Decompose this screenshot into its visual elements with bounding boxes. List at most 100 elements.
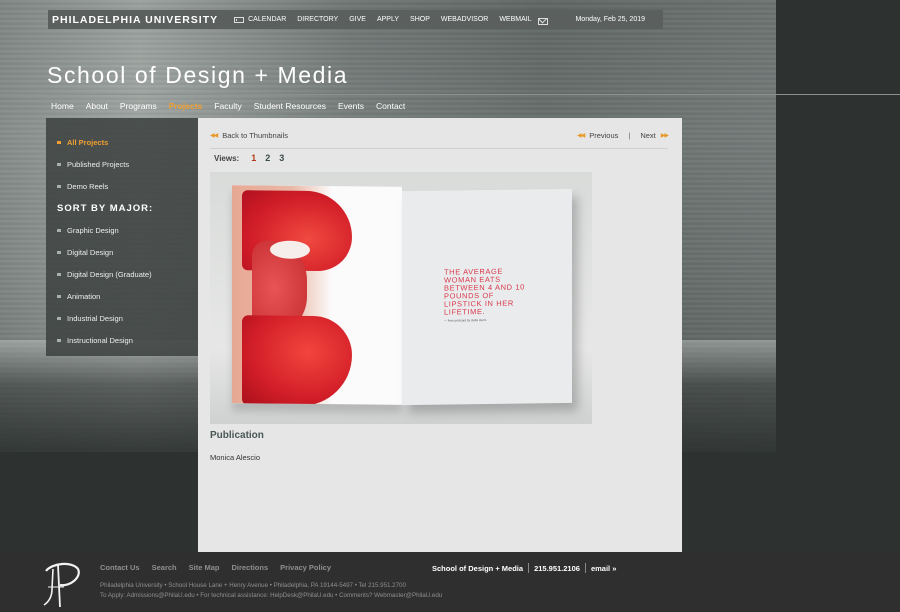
nav-programs[interactable]: Programs bbox=[120, 101, 157, 111]
card-left-page bbox=[232, 185, 402, 405]
next-link[interactable]: Next ▶▶ bbox=[640, 131, 669, 140]
footer-directions[interactable]: Directions bbox=[231, 563, 268, 572]
header-divider bbox=[0, 94, 900, 95]
sidebar-item-label: Digital Design (Graduate) bbox=[67, 269, 152, 279]
back-label: Back to Thumbnails bbox=[222, 131, 288, 140]
double-left-arrow-icon: ◀◀ bbox=[576, 133, 585, 139]
sidebar-list: All Projects Published Projects Demo Ree… bbox=[46, 118, 198, 197]
nav-student-resources[interactable]: Student Resources bbox=[254, 101, 326, 111]
sidebar-item-label: Demo Reels bbox=[67, 181, 109, 191]
sidebar-item-instructional-design[interactable]: Instructional Design bbox=[46, 329, 198, 351]
sidebar-item-label: Instructional Design bbox=[67, 335, 133, 345]
card-right-page: THE AVERAGE WOMAN EATS BETWEEN 4 AND 10 … bbox=[402, 188, 572, 406]
footer-school-contact: School of Design + Media 215.951.2106 em… bbox=[432, 563, 616, 573]
sort-by-major-heading: SORT BY MAJOR: bbox=[57, 202, 154, 214]
utility-link-directory[interactable]: DIRECTORY bbox=[297, 16, 338, 23]
utility-link-label: GIVE bbox=[349, 16, 366, 23]
university-logo-icon[interactable] bbox=[40, 559, 82, 609]
current-date: Monday, Feb 25, 2019 bbox=[575, 16, 645, 23]
utility-link-calendar[interactable]: CALENDAR bbox=[234, 16, 286, 23]
bullet-icon bbox=[57, 294, 61, 298]
project-toolbar: ◀◀ Back to Thumbnails ◀◀ Previous | Next… bbox=[210, 129, 669, 149]
footer-contact-us[interactable]: Contact Us bbox=[100, 563, 140, 572]
bullet-icon bbox=[57, 316, 61, 320]
project-title: Publication bbox=[210, 430, 264, 441]
pager-separator: | bbox=[628, 131, 631, 140]
footer-links: Contact Us Search Site Map Directions Pr… bbox=[100, 563, 331, 572]
major-list: Graphic Design Digital Design Digital De… bbox=[46, 219, 198, 351]
footer-site-map[interactable]: Site Map bbox=[189, 563, 220, 572]
view-3-link[interactable]: 3 bbox=[279, 153, 284, 163]
footer-email-link[interactable]: email » bbox=[591, 564, 616, 573]
nav-events[interactable]: Events bbox=[338, 101, 364, 111]
sidebar-item-label: Industrial Design bbox=[67, 313, 123, 323]
sidebar-item-digital-design-graduate[interactable]: Digital Design (Graduate) bbox=[46, 263, 198, 285]
sidebar-item-label: All Projects bbox=[67, 137, 109, 147]
address-line-1: Philadelphia University • School House L… bbox=[100, 582, 406, 589]
sidebar-item-animation[interactable]: Animation bbox=[46, 285, 198, 307]
sidebar-item-demo-reels[interactable]: Demo Reels bbox=[46, 175, 198, 197]
card-quote-credit: — from postcard by stella starrs bbox=[444, 318, 487, 323]
utility-link-label: WEBADVISOR bbox=[440, 16, 489, 23]
footer-phone: 215.951.2106 bbox=[534, 563, 580, 573]
address-line-2: To Apply: Admissions@PhilaU.edu • For te… bbox=[100, 592, 443, 599]
bullet-icon bbox=[57, 338, 61, 342]
calendar-icon bbox=[234, 16, 245, 23]
views-selector: Views: 1 2 3 bbox=[214, 153, 293, 163]
previous-label: Previous bbox=[589, 131, 619, 140]
footer-search[interactable]: Search bbox=[152, 563, 177, 572]
footer-divider bbox=[584, 563, 586, 573]
view-1-link[interactable]: 1 bbox=[251, 153, 256, 163]
view-2-link[interactable]: 2 bbox=[265, 153, 270, 163]
utility-link-webadvisor[interactable]: WEBADVISOR bbox=[441, 16, 488, 23]
back-to-thumbnails-link[interactable]: ◀◀ Back to Thumbnails bbox=[210, 131, 288, 140]
utility-link-label: WEBMAIL bbox=[499, 16, 532, 23]
utility-link-label: SHOP bbox=[410, 16, 430, 23]
project-image: THE AVERAGE WOMAN EATS BETWEEN 4 AND 10 … bbox=[210, 172, 592, 424]
page-title: School of Design + Media bbox=[47, 62, 349, 88]
nav-about[interactable]: About bbox=[86, 101, 108, 111]
utility-link-shop[interactable]: SHOP bbox=[410, 16, 430, 23]
lower-lip-shape bbox=[242, 315, 352, 405]
bullet-icon bbox=[57, 228, 61, 232]
project-author: Monica Alescio bbox=[210, 453, 261, 462]
project-panel: ◀◀ Back to Thumbnails ◀◀ Previous | Next… bbox=[198, 118, 682, 552]
sidebar: All Projects Published Projects Demo Ree… bbox=[46, 118, 198, 356]
utility-link-apply[interactable]: APPLY bbox=[377, 16, 399, 23]
footer-address: Philadelphia University • School House L… bbox=[100, 581, 442, 601]
footer-privacy-policy[interactable]: Privacy Policy bbox=[280, 563, 331, 572]
utility-link-label: APPLY bbox=[376, 16, 400, 23]
sidebar-item-published-projects[interactable]: Published Projects bbox=[46, 153, 198, 175]
bullet-icon bbox=[57, 272, 61, 276]
footer-divider bbox=[528, 563, 530, 573]
utility-link-give[interactable]: GIVE bbox=[349, 16, 366, 23]
views-label: Views: bbox=[214, 153, 240, 163]
sidebar-item-label: Digital Design bbox=[67, 247, 114, 257]
bullet-icon bbox=[57, 250, 61, 254]
sidebar-item-label: Published Projects bbox=[67, 159, 130, 169]
card-quote: THE AVERAGE WOMAN EATS BETWEEN 4 AND 10 … bbox=[444, 266, 525, 317]
sidebar-item-label: Graphic Design bbox=[67, 225, 119, 235]
footer: Contact Us Search Site Map Directions Pr… bbox=[0, 552, 900, 612]
nav-projects[interactable]: Projects bbox=[169, 101, 203, 111]
university-brand[interactable]: PHILADELPHIA UNIVERSITY bbox=[48, 14, 218, 26]
main-nav: Home About Programs Projects Faculty Stu… bbox=[51, 101, 405, 111]
sidebar-item-all-projects[interactable]: All Projects bbox=[46, 131, 198, 153]
nav-home[interactable]: Home bbox=[51, 101, 74, 111]
bullet-icon bbox=[57, 140, 61, 144]
sidebar-item-industrial-design[interactable]: Industrial Design bbox=[46, 307, 198, 329]
teeth-shape bbox=[270, 240, 310, 259]
next-label: Next bbox=[640, 131, 656, 140]
footer-school-name: School of Design + Media bbox=[432, 563, 524, 573]
double-left-arrow-icon: ◀◀ bbox=[210, 133, 218, 139]
utility-link-webmail[interactable]: WEBMAIL bbox=[499, 15, 548, 25]
nav-faculty[interactable]: Faculty bbox=[214, 101, 241, 111]
nav-contact[interactable]: Contact bbox=[376, 101, 405, 111]
previous-link[interactable]: ◀◀ Previous bbox=[577, 131, 618, 140]
mail-icon bbox=[537, 17, 548, 25]
sidebar-item-digital-design[interactable]: Digital Design bbox=[46, 241, 198, 263]
utility-bar: PHILADELPHIA UNIVERSITY CALENDAR DIRECTO… bbox=[48, 10, 663, 29]
utility-links: CALENDAR DIRECTORY GIVE APPLY SHOP WEBAD… bbox=[234, 15, 548, 25]
pager: ◀◀ Previous | Next ▶▶ bbox=[577, 131, 669, 140]
sidebar-item-graphic-design[interactable]: Graphic Design bbox=[46, 219, 198, 241]
